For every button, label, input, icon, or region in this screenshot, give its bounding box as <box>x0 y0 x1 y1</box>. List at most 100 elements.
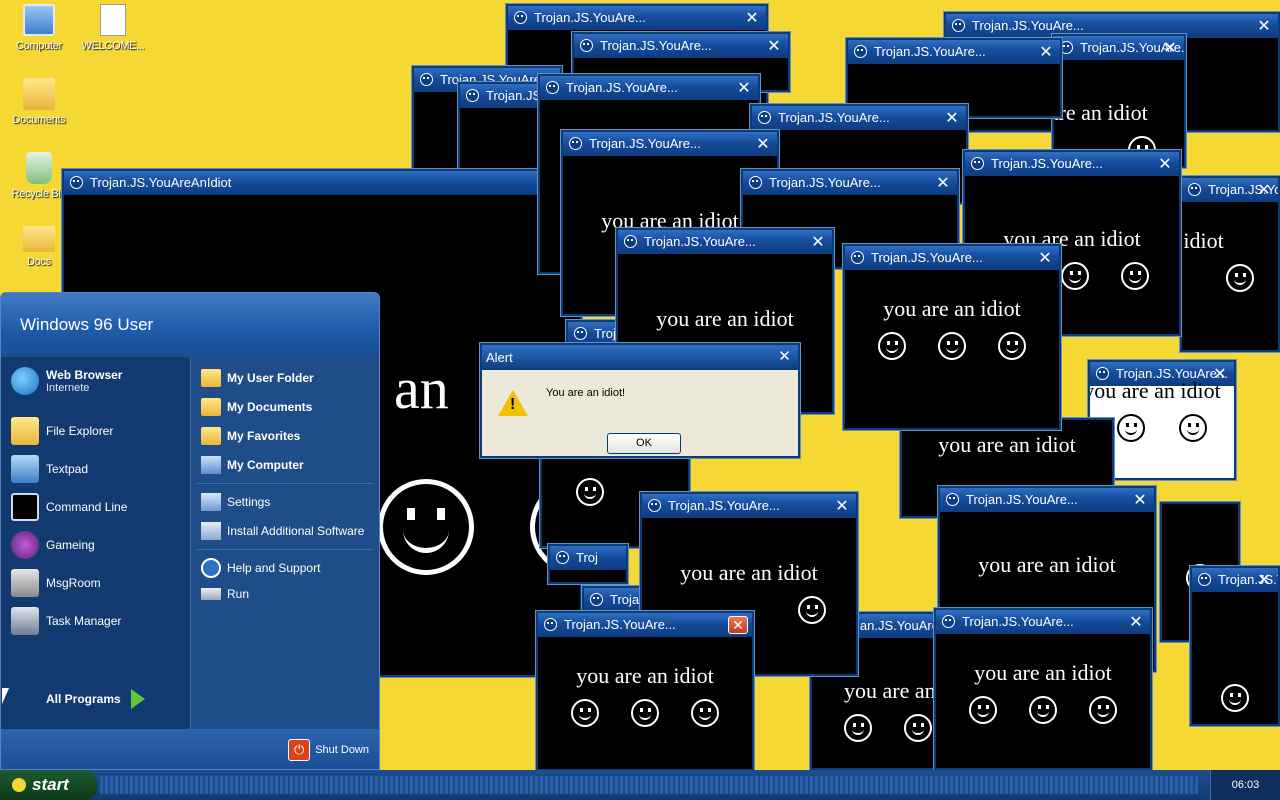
window-titlebar[interactable]: Trojan.JS.YouAre... <box>538 613 752 637</box>
shut-down-button[interactable]: ⏻ Shut Down <box>288 739 369 761</box>
smiley-icon <box>624 235 637 248</box>
start-item-install-software[interactable]: Install Additional Software <box>201 522 364 540</box>
close-button[interactable]: ✕ <box>734 79 754 97</box>
start-item-my-computer[interactable]: My Computer <box>201 456 304 474</box>
window-body: you are an idiot <box>1182 202 1278 350</box>
window-titlebar[interactable]: Trojan.JS.YouAre... <box>618 230 832 254</box>
close-button[interactable]: ✕ <box>832 497 852 515</box>
popup-message: you are an idiot <box>680 560 818 585</box>
window-titlebar[interactable]: Trojan.JS.YouAre... <box>574 34 788 58</box>
window-titlebar[interactable]: Trojan.JS.YouAre... <box>848 40 1060 64</box>
start-item-command-line[interactable]: Command Line <box>11 493 127 521</box>
close-button[interactable]: ✕ <box>942 109 962 127</box>
trojan-popup-window[interactable]: Troj <box>547 543 629 585</box>
window-titlebar[interactable]: Trojan.JS.YouAre... <box>508 6 766 30</box>
popup-message: you are an idiot <box>974 660 1112 685</box>
mouse-cursor <box>2 688 9 704</box>
window-title: Trojan.JS.YouAre... <box>600 38 712 53</box>
install-icon <box>201 522 221 540</box>
close-button[interactable]: ✕ <box>1126 613 1146 631</box>
desktop-icon-label: Documents <box>12 114 66 126</box>
start-item-gameing[interactable]: Gameing <box>11 531 95 559</box>
window-titlebar[interactable]: Trojan.JS.YouAreAnIdiot <box>64 171 580 195</box>
settings-icon <box>201 493 221 511</box>
shut-down-label: Shut Down <box>315 744 369 756</box>
alert-close-button[interactable]: ✕ <box>775 348 794 366</box>
window-titlebar[interactable]: Troj <box>550 546 626 570</box>
smiley-icon <box>1089 696 1117 724</box>
start-item-web-browser[interactable]: Web Browser Internete <box>11 367 122 395</box>
start-item-my-documents[interactable]: My Documents <box>201 398 312 416</box>
smiley-icon <box>798 596 826 624</box>
smiley-icon <box>851 251 864 264</box>
alert-titlebar[interactable]: Alert ✕ <box>482 345 798 370</box>
ok-button[interactable]: OK <box>607 433 681 454</box>
close-button[interactable]: ✕ <box>728 616 748 634</box>
start-menu-footer: ⏻ Shut Down <box>1 729 379 769</box>
close-button[interactable]: ✕ <box>742 9 762 27</box>
close-button[interactable]: ✕ <box>1130 491 1150 509</box>
start-item-textpad[interactable]: Textpad <box>11 455 88 483</box>
window-title: Troj <box>576 550 598 565</box>
document-icon <box>100 4 126 36</box>
trojan-popup-window[interactable]: Trojan.JS.YouAre... ✕ you are an idiot <box>1179 175 1280 353</box>
textpad-icon <box>11 455 39 483</box>
start-item-my-user-folder[interactable]: My User Folder <box>201 369 314 387</box>
window-body: you are an idiot <box>845 270 1059 428</box>
close-button[interactable]: ✕ <box>1160 39 1180 57</box>
trojan-popup-window[interactable]: Trojan.JS.YouAre... ✕ you are an idiot <box>1051 33 1187 169</box>
start-item-msgroom[interactable]: MsgRoom <box>11 569 101 597</box>
smiley-icon <box>1117 414 1145 442</box>
close-button[interactable]: ✕ <box>808 233 828 251</box>
smiley-icon <box>571 699 599 727</box>
window-titlebar[interactable]: Trojan.JS.YouAre... <box>642 494 856 518</box>
start-item-help[interactable]: Help and Support <box>201 558 320 578</box>
window-titlebar[interactable]: Trojan.JS.YouAre... <box>563 132 777 156</box>
window-title: Trojan.JS.YouAre... <box>874 44 986 59</box>
window-titlebar[interactable]: Trojan.JS.YouAre... <box>965 152 1179 176</box>
close-button[interactable]: ✕ <box>753 135 773 153</box>
popup-message: you are an idiot <box>883 296 1021 321</box>
close-button[interactable]: ✕ <box>1254 181 1274 199</box>
window-titlebar[interactable]: Trojan.JS.YouAre... <box>940 488 1154 512</box>
popup-message: you are an idiot <box>1182 228 1224 253</box>
close-button[interactable]: ✕ <box>933 174 953 192</box>
window-titlebar[interactable]: Trojan.JS.YouAre... <box>752 106 966 130</box>
smiley-icon <box>1221 684 1249 712</box>
close-button[interactable]: ✕ <box>764 37 784 55</box>
window-titlebar[interactable]: Trojan.JS.YouAre... <box>936 610 1150 634</box>
start-button[interactable]: start <box>0 770 97 800</box>
start-item-label: Gameing <box>46 538 95 552</box>
close-button[interactable]: ✕ <box>1254 17 1274 35</box>
close-button[interactable]: ✕ <box>1155 155 1175 173</box>
trojan-popup-window[interactable]: Trojan.JS.YouAre... ✕ you are an idiot <box>842 243 1062 431</box>
desktop-icon-documents[interactable]: Documents <box>2 78 76 126</box>
smiley-icon <box>466 89 479 102</box>
window-titlebar[interactable]: Trojan.JS.YouAre... <box>845 246 1059 270</box>
popup-message: you are an idiot <box>576 663 714 688</box>
window-titlebar[interactable]: Trojan.JS.YouAre... <box>743 171 957 195</box>
desktop-icon-computer[interactable]: Computer <box>2 4 76 52</box>
close-button[interactable]: ✕ <box>1036 43 1056 61</box>
trojan-popup-window[interactable]: Trojan.JS.YouAre... ✕ <box>1189 565 1280 727</box>
start-item-label: File Explorer <box>46 424 114 438</box>
clock[interactable]: 06:03 <box>1232 779 1260 791</box>
game-icon <box>11 531 39 559</box>
close-button[interactable]: ✕ <box>1035 249 1055 267</box>
window-titlebar[interactable]: Trojan.JS.YouAre... <box>540 76 758 100</box>
start-item-my-favorites[interactable]: My Favorites <box>201 427 300 445</box>
alert-dialog[interactable]: Alert ✕ ! You are an idiot! OK <box>479 342 801 459</box>
start-item-run[interactable]: Run <box>201 587 249 601</box>
close-button[interactable]: ✕ <box>1254 571 1274 589</box>
trojan-popup-window[interactable]: Trojan.JS.YouAre... ✕ you are an idiot <box>933 607 1153 771</box>
desktop-icon-welcome[interactable]: WELCOME... <box>76 4 150 52</box>
popup-message: you are an idiot <box>656 306 794 331</box>
start-item-task-manager[interactable]: Task Manager <box>11 607 121 635</box>
start-item-settings[interactable]: Settings <box>201 493 270 511</box>
popup-message: you are an idiot <box>844 678 938 703</box>
window-title: Trojan.JS.YouAre... <box>769 175 881 190</box>
window-title: Trojan.JS.YouAre... <box>778 110 890 125</box>
start-item-file-explorer[interactable]: File Explorer <box>11 417 113 445</box>
trojan-popup-window[interactable]: Trojan.JS.YouAre... ✕ you are an idiot <box>535 610 755 772</box>
all-programs-button[interactable]: All Programs <box>46 689 145 709</box>
